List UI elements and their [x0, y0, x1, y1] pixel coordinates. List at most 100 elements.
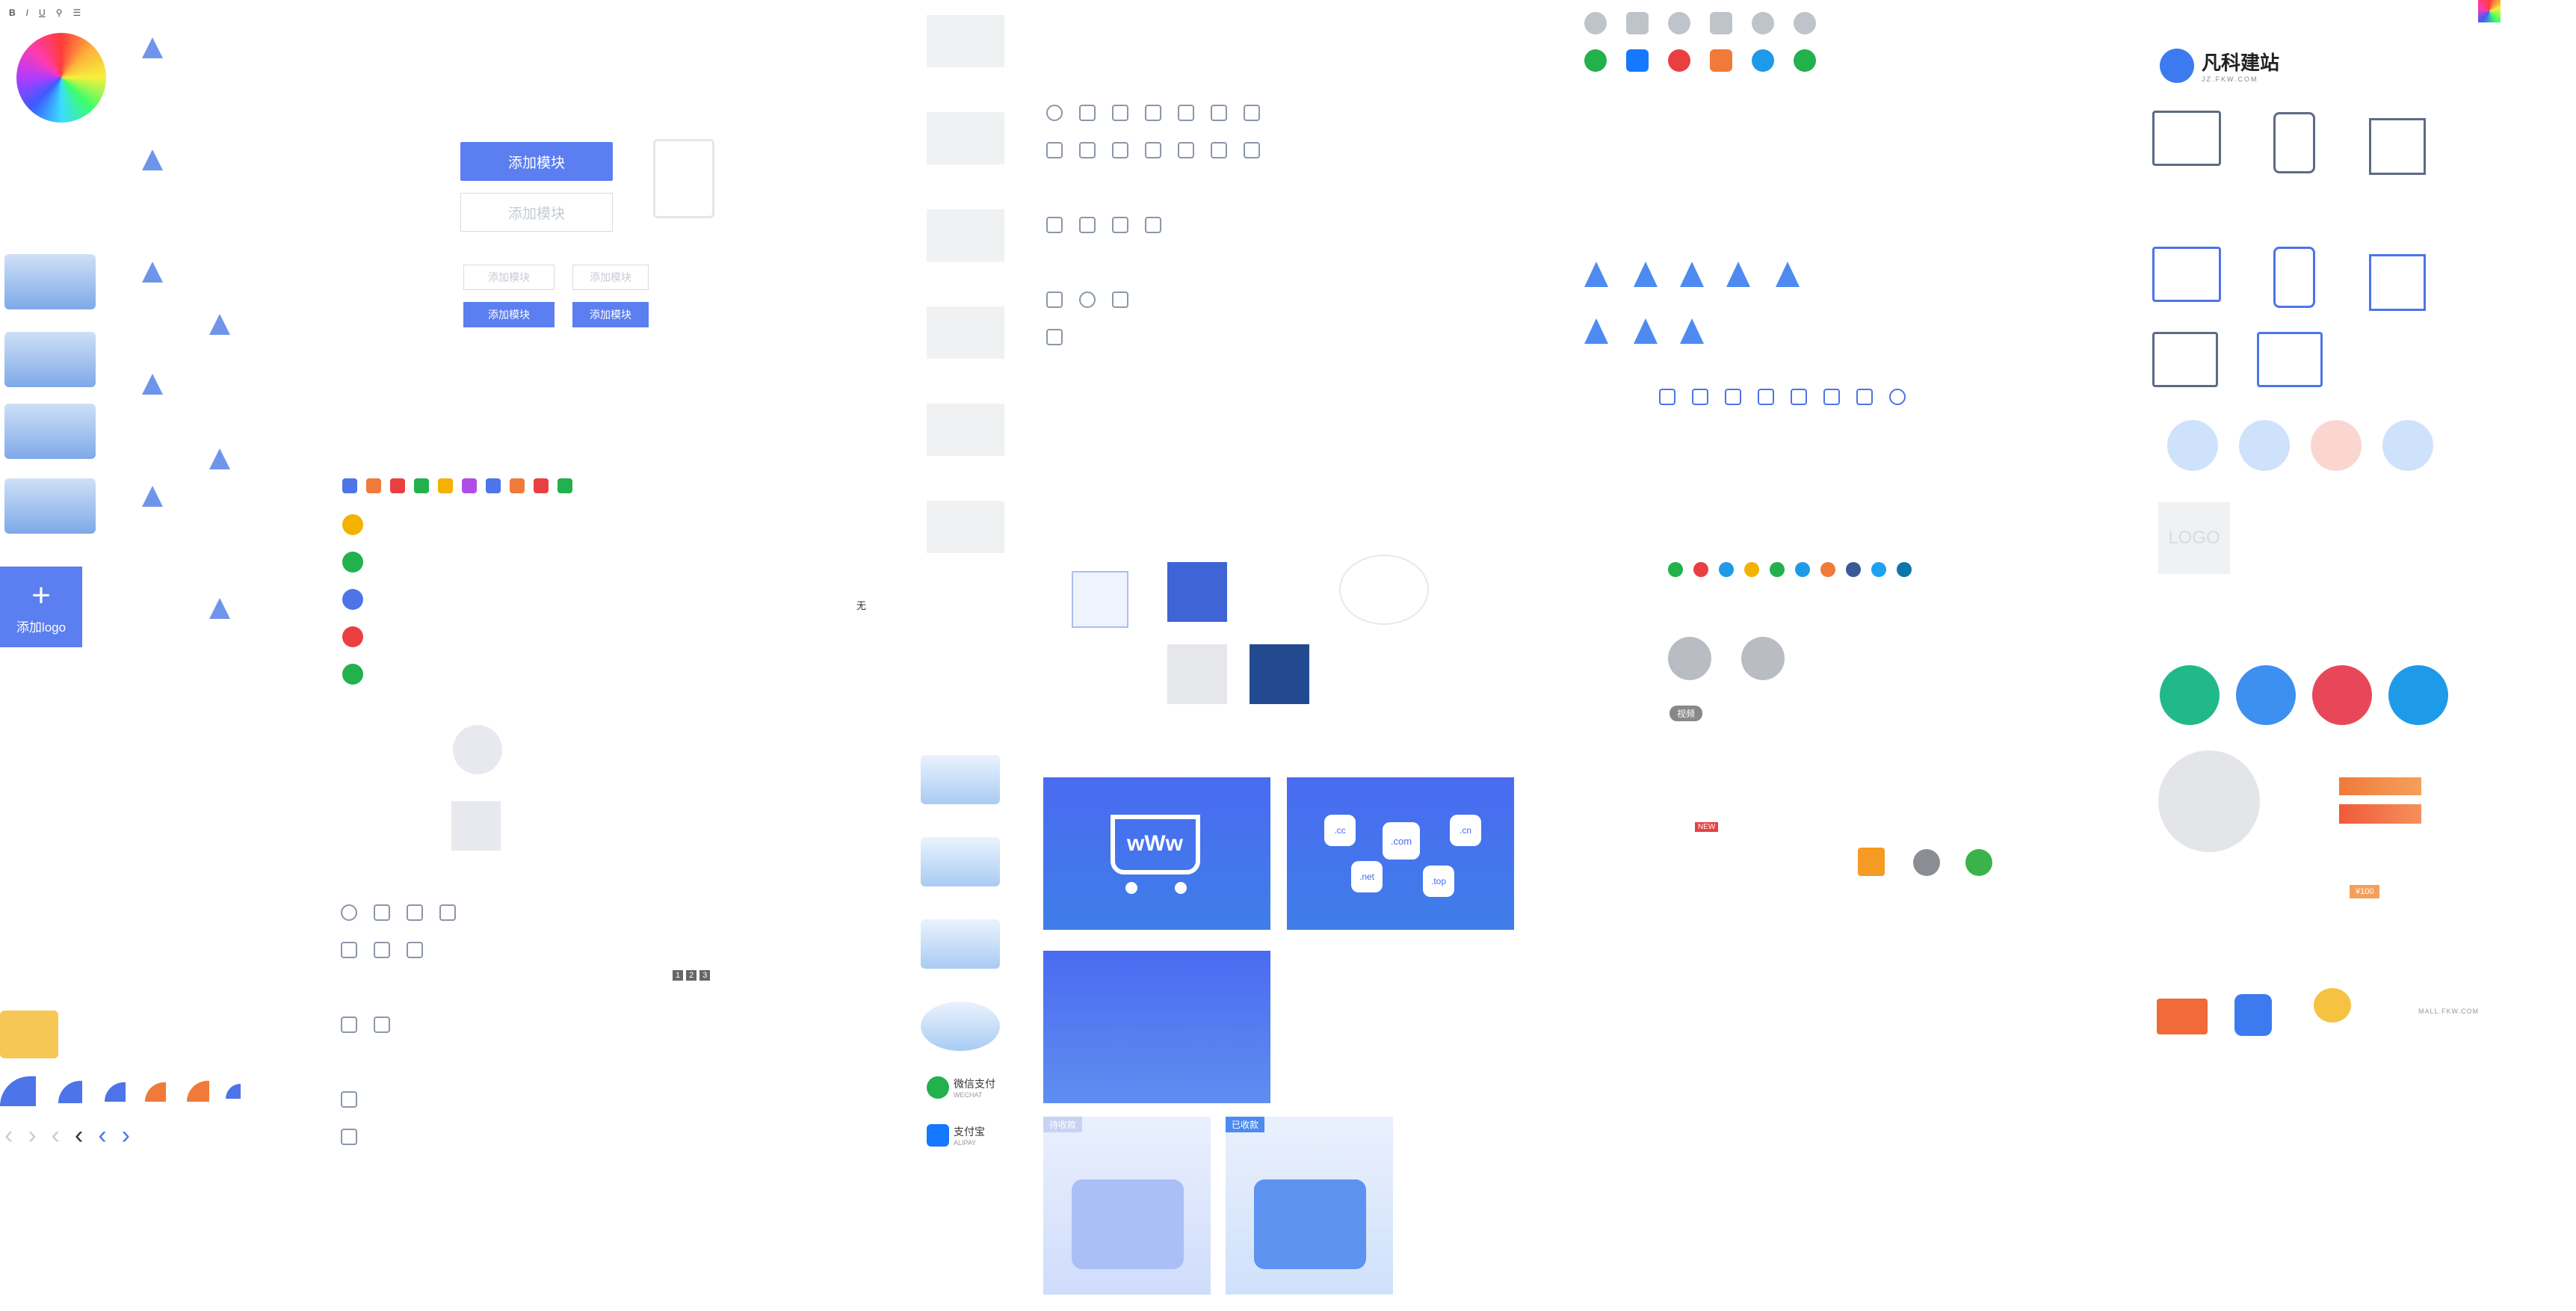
landscape-thumb[interactable] [921, 919, 1000, 969]
chat-icon [1856, 389, 1873, 405]
chevron-left-icon[interactable]: ‹ [52, 1121, 60, 1150]
chevron-right-icon[interactable]: › [28, 1121, 36, 1150]
shield-icon [557, 478, 572, 493]
layout-template[interactable] [927, 15, 1004, 67]
cart-icon [1079, 217, 1096, 233]
color-wheel[interactable] [16, 33, 106, 123]
sailboat-icon [142, 374, 163, 395]
shop-icon [2152, 332, 2218, 387]
image-thumb[interactable] [4, 332, 96, 387]
qq-icon [342, 514, 363, 535]
bold-icon[interactable]: B [9, 7, 16, 18]
image-thumb[interactable] [4, 478, 96, 534]
status-badge: 待收款 [1043, 1117, 1083, 1132]
check-circle-icon[interactable] [1965, 849, 1992, 876]
italic-icon[interactable]: I [26, 7, 28, 18]
add-logo-button[interactable]: + 添加logo [0, 567, 82, 647]
cart-wheel [1125, 882, 1137, 894]
check-badges [0, 1076, 247, 1106]
add-module-button-small[interactable]: 添加模块 [463, 302, 555, 327]
domain-hex: .top [1423, 866, 1454, 897]
landscape-thumb[interactable] [921, 837, 1000, 886]
landscape-thumb[interactable] [921, 755, 1000, 804]
wechat-icon [342, 552, 363, 573]
paper-plane-icon [1776, 262, 1800, 287]
alipay-icon [1626, 12, 1649, 34]
layout-template[interactable] [927, 404, 1004, 456]
sailboat-icon [142, 37, 163, 58]
paypal-icon [1752, 49, 1774, 72]
chevron-left-icon[interactable]: ‹ [75, 1121, 83, 1150]
wechat-feature-icon [2160, 665, 2220, 725]
page-number[interactable]: 3 [699, 970, 711, 981]
weather-icon [1046, 142, 1063, 158]
underline-icon[interactable]: U [39, 7, 46, 18]
plus-icon: + [31, 576, 51, 614]
grid-shapes-icon [2369, 254, 2426, 311]
cart-text: wWw [1127, 831, 1183, 856]
brand-logo: 凡科建站 JZ.FKW.COM [2160, 48, 2279, 83]
star-icon [341, 1091, 357, 1108]
link-icon[interactable]: ⚲ [56, 7, 63, 18]
button-icon [407, 904, 423, 921]
image-icon [1079, 105, 1096, 121]
wechat-icon [342, 664, 363, 685]
image-thumb[interactable] [4, 254, 96, 309]
sailboat-icon [209, 598, 230, 619]
tag-icon [1791, 389, 1807, 405]
paper-plane-icon [1680, 262, 1704, 287]
icon-grid-3 [1659, 389, 2107, 463]
button-icon [1112, 105, 1128, 121]
pause-button[interactable] [1668, 637, 1711, 680]
calendar-icon [1710, 12, 1732, 34]
wechat-icon [1794, 49, 1816, 72]
image-thumb[interactable] [4, 404, 96, 459]
payment-alipay: 支付宝 ALIPAY [927, 1124, 985, 1147]
add-module-button[interactable]: 添加模块 [460, 142, 613, 181]
grid-icon [1211, 142, 1227, 158]
mini-toolbar: B I U ⚲ ☰ [9, 7, 263, 18]
rainbow-swatch [2478, 0, 2501, 22]
sailboat-icon [142, 149, 163, 170]
page-number[interactable]: 2 [686, 970, 697, 981]
shield-icon [438, 478, 453, 493]
layout-template[interactable] [927, 209, 1004, 262]
layout-template[interactable] [927, 306, 1004, 359]
page-number[interactable]: 1 [673, 970, 684, 981]
chevron-right-icon[interactable]: › [122, 1121, 130, 1150]
sailboat-icon [142, 486, 163, 507]
avatar-placeholder [453, 725, 502, 774]
chevron-left-icon[interactable]: ‹ [98, 1121, 106, 1150]
close-circle-icon[interactable] [1913, 849, 1940, 876]
payment-title: 支付宝 [954, 1126, 985, 1138]
paper-plane-icon [1680, 318, 1704, 344]
qq-icon [1719, 562, 1734, 577]
add-module-button-small[interactable]: 添加模块 [572, 302, 649, 327]
crop-icon [374, 942, 390, 958]
layout-template[interactable] [927, 112, 1004, 164]
sailboat-icon [209, 314, 230, 335]
layout-template[interactable] [927, 501, 1004, 553]
paper-plane-icon [1634, 318, 1658, 344]
paper-plane-icon [1634, 262, 1658, 287]
image-search-icon [1072, 571, 1128, 628]
paper-plane-icon [1726, 262, 1750, 287]
avatar-large [2158, 750, 2260, 852]
grid-icon [1692, 389, 1708, 405]
table-icon [1046, 329, 1063, 345]
list-icon[interactable]: ☰ [72, 7, 81, 18]
mall-text: MALL.FKW.COM [2418, 1008, 2480, 1015]
play-button[interactable] [1741, 637, 1785, 680]
check-badge-icon [58, 1081, 82, 1103]
brand-sub: JZ.FKW.COM [2202, 75, 2258, 83]
device-app-circle [2311, 420, 2362, 471]
paper-plane-row [1584, 262, 2033, 351]
chevron-left-icon[interactable]: ‹ [4, 1121, 13, 1150]
wechat-icon [1584, 49, 1607, 72]
check-badge-icon [105, 1082, 126, 1102]
domain-hex: .cc [1324, 815, 1356, 846]
circle-icon [1668, 12, 1690, 34]
icon-grid-1 [1046, 105, 1495, 351]
pager: 1 2 3 [673, 970, 711, 981]
landscape-thumb[interactable] [921, 1002, 1000, 1051]
